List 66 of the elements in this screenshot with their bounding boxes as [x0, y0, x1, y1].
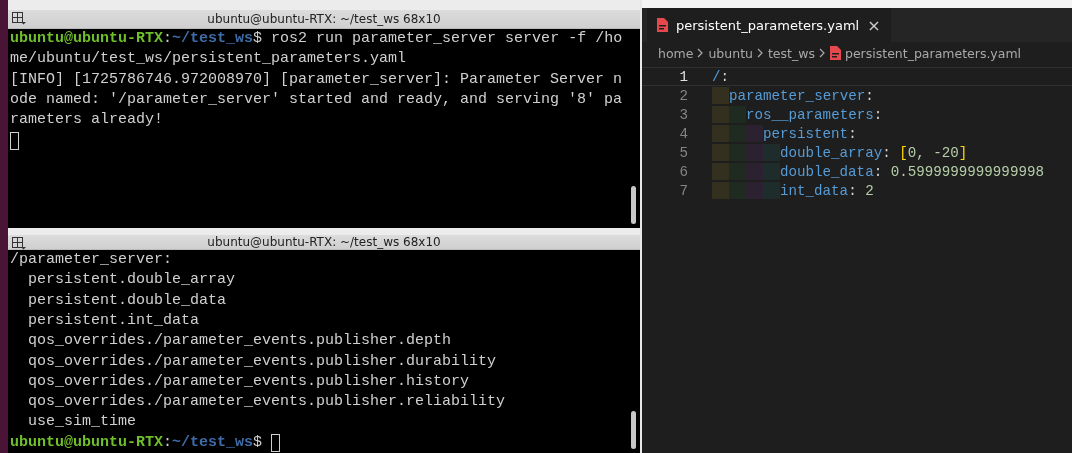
output-text: persistent.double_array — [27, 270, 236, 291]
scrollbar-thumb[interactable] — [630, 411, 636, 449]
colon: : — [720, 68, 730, 85]
output-text: persistent.int_data — [27, 310, 200, 331]
output-text: qos_overrides./parameter_events.publisher.durability — [27, 351, 497, 372]
close-icon[interactable]: × — [867, 15, 881, 35]
file-icon — [829, 46, 841, 60]
yaml-key: / — [712, 68, 721, 85]
breadcrumb-item[interactable]: ubuntu — [708, 45, 753, 61]
output-text: rameters already! — [10, 110, 164, 131]
colon: : — [865, 87, 874, 104]
prompt-path: ~/test_ws — [172, 29, 254, 49]
terminal-title: ubuntu@ubuntu-RTX: ~/test_ws 68x10 — [207, 235, 441, 249]
scrollbar-thumb[interactable] — [630, 186, 636, 224]
prompt-separator: : — [163, 432, 173, 453]
bracket: [ — [899, 144, 908, 161]
tab-menu-icon[interactable] — [12, 12, 26, 25]
line-number: 4 — [678, 125, 689, 142]
line-number: 3 — [678, 106, 689, 123]
line-number: 5 — [678, 144, 689, 161]
yaml-key: parameter_server — [729, 87, 866, 104]
tab-menu-icon[interactable] — [12, 237, 26, 250]
colon: : — [873, 163, 883, 180]
chevron-icon — [818, 48, 826, 58]
yaml-key: ros__parameters — [746, 106, 874, 123]
breadcrumb-item[interactable]: persistent_parameters.yaml — [844, 45, 1022, 61]
cursor — [10, 131, 19, 150]
prompt-user: ubuntu@ubuntu-RTX — [10, 29, 164, 49]
chevron-icon — [697, 48, 705, 58]
file-icon — [657, 18, 668, 32]
command-text: ros2 run parameter_server server -f /ho — [270, 29, 623, 49]
yaml-value: 0.5999999999999998 — [890, 163, 1044, 180]
line-number: 2 — [678, 87, 689, 104]
breadcrumb-item[interactable]: test_ws — [767, 45, 815, 61]
yaml-value: 0, -20 — [907, 144, 959, 161]
yaml-key: double_array — [780, 144, 883, 161]
terminal-title: ubuntu@ubuntu-RTX: ~/test_ws 68x10 — [207, 12, 441, 26]
bracket: ] — [958, 144, 968, 161]
prompt-path: ~/test_ws — [172, 432, 254, 453]
output-text: /parameter_server: — [10, 250, 173, 271]
prompt-user: ubuntu@ubuntu-RTX — [10, 432, 164, 453]
prompt-symbol: $ — [253, 432, 263, 453]
colon: : — [873, 106, 883, 123]
line-number: 1 — [678, 68, 689, 85]
prompt-symbol: $ — [253, 29, 263, 49]
colon: : — [848, 182, 857, 199]
yaml-value: 2 — [865, 182, 874, 199]
output-text: qos_overrides./parameter_events.publisher.history — [27, 371, 470, 392]
output-text: [INFO] [1725786746.972008970] [parameter_server]: Parameter Server n — [10, 69, 623, 90]
line-number: 7 — [678, 182, 689, 199]
output-text: ode named: '/parameter_server' started and ready, and serving '8' pa — [10, 89, 623, 110]
colon: : — [848, 125, 857, 142]
chevron-icon — [756, 48, 764, 58]
output-text: me/ubuntu/test_ws/persistent_parameters.yaml — [10, 49, 407, 70]
line-number: 6 — [678, 163, 689, 180]
output-text: qos_overrides./parameter_events.publisher.reliability — [27, 392, 506, 413]
output-text: use_sim_time — [27, 412, 137, 433]
output-text: persistent.double_data — [27, 290, 227, 311]
yaml-key: int_data — [780, 182, 849, 199]
editor-tab[interactable]: persistent_parameters.yaml × — [647, 8, 891, 42]
prompt-separator: : — [163, 29, 173, 49]
breadcrumb-item[interactable]: home — [658, 45, 694, 61]
yaml-key: double_data — [780, 163, 874, 180]
colon: : — [882, 144, 891, 161]
yaml-key: persistent — [763, 125, 849, 142]
output-text: qos_overrides./parameter_events.publisher.depth — [27, 331, 452, 352]
